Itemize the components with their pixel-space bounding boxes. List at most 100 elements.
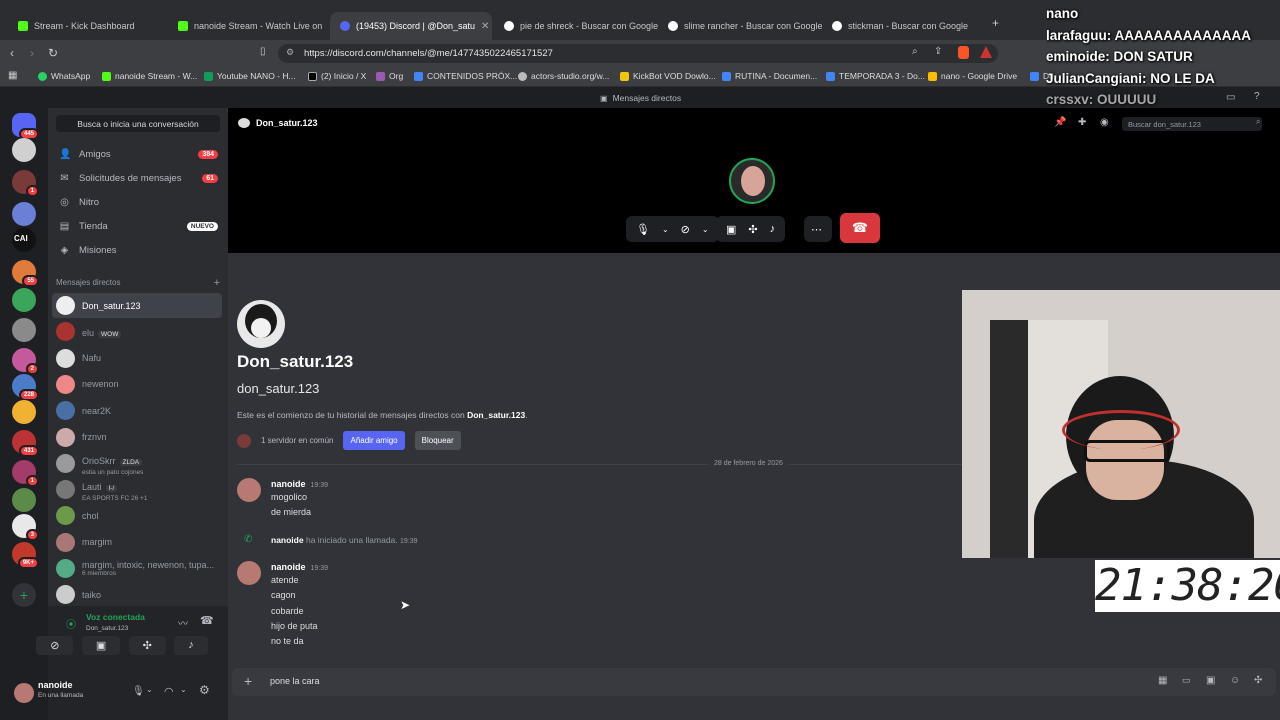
reload-icon[interactable]: ↻ bbox=[48, 46, 58, 60]
message-avatar[interactable] bbox=[237, 561, 261, 585]
hang-up-button[interactable]: ☎ bbox=[840, 213, 880, 243]
browser-tab[interactable]: slime rancher - Buscar con Google bbox=[658, 12, 822, 40]
nav-quests[interactable]: ◈ Misiones bbox=[52, 239, 222, 261]
bookmark-item[interactable]: RUTINA - Documen... bbox=[722, 71, 817, 81]
conversation-search[interactable]: Busca o inicia una conversación bbox=[56, 115, 220, 132]
screen-share-icon[interactable]: ▣ bbox=[726, 223, 736, 236]
create-dm-button[interactable]: + bbox=[214, 277, 220, 289]
camera-off-icon[interactable]: ⊘ bbox=[681, 223, 690, 236]
dm-item[interactable]: margim bbox=[52, 530, 222, 555]
close-tab-icon[interactable]: ✕ bbox=[481, 21, 492, 32]
brave-rewards-icon[interactable] bbox=[980, 46, 992, 58]
activities-icon[interactable]: ✣ bbox=[128, 636, 166, 655]
bookmark-item[interactable]: WhatsApp bbox=[38, 71, 90, 81]
browser-tab-active[interactable]: (19453) Discord | @Don_satu ✕ bbox=[330, 12, 492, 40]
nav-nitro[interactable]: ◎ Nitro bbox=[52, 191, 222, 213]
ellipsis-icon[interactable]: ⋯ bbox=[811, 223, 822, 236]
headphones-icon[interactable]: ◠ bbox=[164, 685, 174, 698]
bookmark-icon[interactable]: ▯ bbox=[260, 46, 266, 57]
more-options-button[interactable]: ⋯ bbox=[804, 216, 832, 242]
bookmark-item[interactable]: actors-studio.org/w... bbox=[518, 71, 609, 81]
add-member-icon[interactable]: ✚ bbox=[1078, 117, 1086, 128]
bookmark-item[interactable]: Org bbox=[376, 71, 403, 81]
pin-icon[interactable]: 📌 bbox=[1054, 117, 1066, 128]
nav-friends[interactable]: 👤 Amigos 384 bbox=[52, 143, 222, 165]
bookmark-item[interactable]: nanoide Stream - W... bbox=[102, 71, 197, 81]
forward-icon[interactable]: › bbox=[30, 46, 34, 60]
browser-tab[interactable]: nanoide Stream - Watch Live on bbox=[168, 12, 328, 40]
gift-icon[interactable]: ▦ bbox=[1158, 675, 1167, 686]
dm-item[interactable]: newenon bbox=[52, 372, 222, 397]
site-info-icon[interactable]: ⚙ bbox=[286, 47, 294, 58]
dm-item[interactable]: Nafu bbox=[52, 346, 222, 371]
server-icon[interactable] bbox=[12, 400, 36, 424]
apps-icon[interactable]: ✣ bbox=[1254, 675, 1262, 686]
chevron-down-icon[interactable]: ⌄ bbox=[662, 225, 669, 234]
server-label[interactable]: CAI bbox=[14, 234, 28, 243]
bookmark-item[interactable]: CONTENIDOS PRÓX... bbox=[414, 71, 517, 81]
screen-share-icon[interactable]: ▣ bbox=[81, 636, 121, 655]
dm-item[interactable]: Don_satur.123 bbox=[52, 293, 222, 318]
bookmark-item[interactable]: Youtube NANO - H... bbox=[204, 71, 296, 81]
call-search-input[interactable]: Buscar don_satur.123 bbox=[1122, 117, 1262, 131]
dm-item[interactable]: taiko bbox=[52, 582, 222, 607]
dm-item[interactable]: margim, intoxic, newenon, tupa... 6 miemb… bbox=[52, 556, 222, 581]
server-icon[interactable] bbox=[12, 288, 36, 312]
chevron-down-icon[interactable]: ⌄ bbox=[180, 685, 187, 694]
mic-icon[interactable]: 🎙 bbox=[636, 223, 650, 236]
activities-icon[interactable]: ✣ bbox=[748, 223, 757, 236]
server-icon[interactable]: 3 bbox=[12, 514, 39, 541]
browser-tab[interactable]: stickman - Buscar con Google bbox=[822, 12, 986, 40]
browser-tab[interactable]: pie de shreck - Buscar con Google bbox=[494, 12, 658, 40]
bookmark-item[interactable]: nano - Google Drive bbox=[928, 71, 1017, 81]
server-icon[interactable]: 9K+ bbox=[12, 542, 39, 569]
apps-grid-icon[interactable]: ▦ bbox=[8, 70, 17, 81]
message-avatar[interactable] bbox=[237, 478, 261, 502]
soundboard-icon[interactable]: ♪ bbox=[770, 223, 776, 235]
bookmark-item[interactable]: (2) Inicio / X bbox=[308, 71, 366, 81]
disconnect-icon[interactable]: ☎ bbox=[200, 614, 214, 627]
gif-icon[interactable]: ▭ bbox=[1182, 675, 1191, 686]
system-author[interactable]: nanoide bbox=[271, 535, 304, 545]
block-button[interactable]: Bloquear bbox=[414, 431, 461, 450]
dm-item[interactable]: OrioSkrr ZLDA estia un pato cojones bbox=[52, 451, 222, 476]
server-icon[interactable]: 2 bbox=[12, 348, 39, 375]
url-field[interactable]: ⚙ https://discord.com/channels/@me/14774… bbox=[278, 44, 998, 63]
zoom-icon[interactable]: ⌕ bbox=[912, 46, 918, 57]
brave-shield-icon[interactable] bbox=[958, 46, 969, 59]
nav-shop[interactable]: ▤ Tienda NUEVO bbox=[52, 215, 222, 237]
mutual-servers-link[interactable]: 1 servidor en común bbox=[261, 436, 333, 445]
camera-off-icon[interactable]: ⊘ bbox=[36, 636, 74, 655]
mic-icon[interactable]: 🎙 bbox=[132, 686, 145, 697]
profile-avatar[interactable] bbox=[237, 300, 285, 348]
browser-tab[interactable]: Stream - Kick Dashboard bbox=[8, 12, 168, 40]
server-icon[interactable] bbox=[12, 488, 36, 512]
server-icon[interactable]: 1 bbox=[12, 460, 39, 487]
server-icon[interactable]: 431 bbox=[12, 430, 39, 457]
profile-icon[interactable]: ◉ bbox=[1100, 117, 1109, 128]
new-tab-button[interactable]: + bbox=[992, 16, 999, 30]
server-icon[interactable] bbox=[12, 202, 36, 226]
call-participant-avatar[interactable] bbox=[729, 158, 775, 204]
server-icon[interactable]: 228 bbox=[12, 374, 39, 401]
mic-control[interactable]: 🎙 ⌄ ⊘ ⌄ bbox=[626, 216, 719, 242]
dm-item[interactable]: frznvn bbox=[52, 425, 222, 450]
add-friend-button[interactable]: Añadir amigo bbox=[343, 431, 405, 450]
noise-suppression-icon[interactable]: 〰 bbox=[178, 615, 188, 630]
bookmark-item[interactable]: KickBot VOD Dowlo... bbox=[620, 71, 716, 81]
dm-item[interactable]: chol bbox=[52, 503, 222, 528]
home-server-icon[interactable]: 445 bbox=[12, 113, 39, 140]
share-icon[interactable]: ⇪ bbox=[934, 46, 942, 57]
user-avatar[interactable] bbox=[14, 683, 34, 703]
chevron-down-icon[interactable]: ⌄ bbox=[702, 225, 709, 234]
settings-gear-icon[interactable]: ⚙ bbox=[199, 683, 210, 697]
bookmark-item[interactable]: TEMPORADA 3 - Do... bbox=[826, 71, 925, 81]
sticker-icon[interactable]: ▣ bbox=[1206, 675, 1215, 686]
dm-item[interactable]: elu WOW bbox=[52, 319, 222, 344]
server-icon[interactable]: 55 bbox=[12, 260, 39, 287]
message-author[interactable]: nanoide bbox=[271, 562, 306, 572]
add-server-icon[interactable]: + bbox=[12, 583, 36, 607]
server-icon[interactable] bbox=[12, 318, 36, 342]
soundboard-icon[interactable]: ♪ bbox=[174, 636, 208, 655]
chevron-down-icon[interactable]: ⌄ bbox=[146, 685, 153, 694]
